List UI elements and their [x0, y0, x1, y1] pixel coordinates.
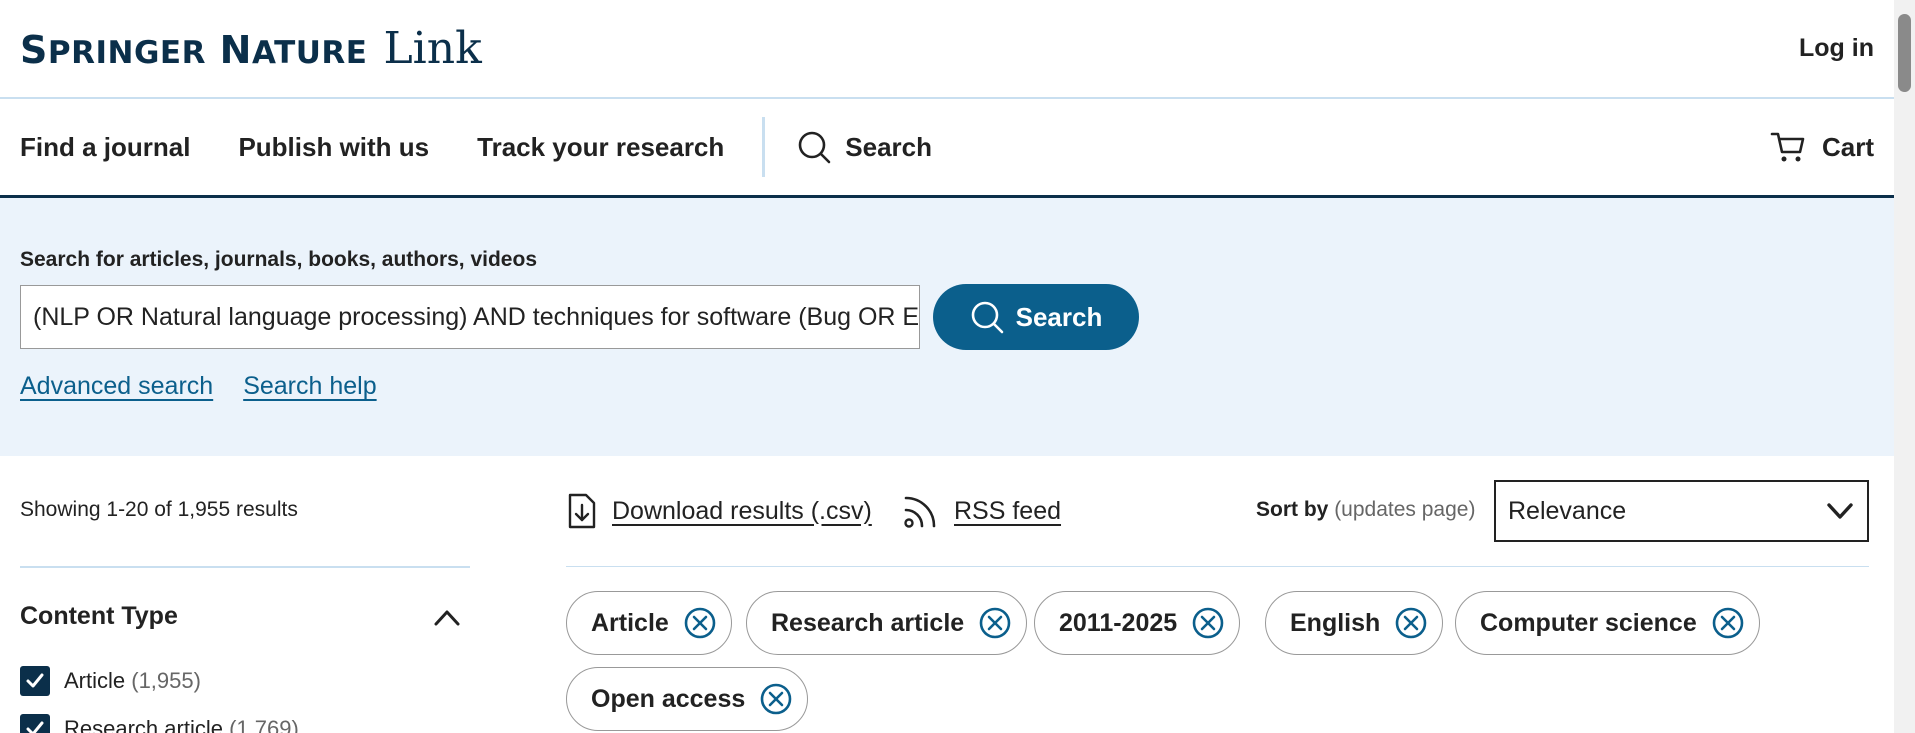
nav-search-label: Search [845, 131, 933, 162]
filter-chip-label: Article [591, 608, 669, 637]
download-icon [568, 493, 596, 529]
close-circle-icon[interactable] [1711, 606, 1745, 640]
filter-chip-date-range[interactable]: 2011-2025 [1034, 591, 1241, 655]
results-section: Showing 1-20 of 1,955 results Content Ty… [0, 456, 1894, 733]
facet-item-label: Research article [64, 716, 223, 733]
cart-button[interactable]: Cart [1770, 130, 1874, 164]
search-help-link[interactable]: Search help [243, 372, 376, 401]
filter-chip-research-article[interactable]: Research article [746, 591, 1028, 655]
facet-content-type-title: Content Type [20, 602, 178, 630]
facet-item-count: (1,769) [229, 716, 299, 733]
check-icon [26, 673, 44, 688]
brand-product: Link [383, 23, 482, 74]
facet-item-article[interactable]: Article (1,955) [20, 666, 201, 696]
filter-chip-label: Open access [591, 684, 746, 713]
advanced-search-link[interactable]: Advanced search [20, 372, 213, 401]
rss-icon [904, 496, 936, 528]
filter-chip-label: 2011-2025 [1059, 608, 1178, 637]
rss-feed-label: RSS feed [954, 496, 1062, 525]
check-icon [26, 721, 44, 733]
nav-find-journal[interactable]: Find a journal [20, 132, 190, 163]
brand-name: SPRINGER NATURE [20, 28, 368, 72]
scrollbar-thumb[interactable] [1898, 14, 1911, 92]
sort-select[interactable]: Relevance [1494, 480, 1869, 542]
filter-chip-label: English [1290, 608, 1381, 637]
search-input[interactable]: (NLP OR Natural language processing) AND… [20, 285, 920, 349]
nav-publish[interactable]: Publish with us [238, 132, 429, 163]
checkbox-checked[interactable] [20, 666, 50, 696]
close-circle-icon[interactable] [1394, 606, 1428, 640]
search-submit-button[interactable]: Search [933, 284, 1139, 350]
close-circle-icon[interactable] [759, 682, 793, 716]
close-circle-icon[interactable] [683, 606, 717, 640]
page: SPRINGER NATURE Link Log in Find a journ… [0, 0, 1894, 733]
search-button-label: Search [1015, 301, 1103, 332]
nav-track-research[interactable]: Track your research [477, 132, 724, 163]
rss-feed-link[interactable]: RSS feed [902, 492, 1061, 530]
download-csv-link[interactable]: Download results (.csv) [566, 492, 872, 530]
springer-nature-link-logo[interactable]: SPRINGER NATURE Link [20, 23, 482, 74]
close-circle-icon[interactable] [978, 606, 1012, 640]
sort-value: Relevance [1508, 496, 1627, 525]
sort-by-label: Sort by (updates page) [1256, 498, 1476, 521]
filter-chip-article[interactable]: Article [566, 591, 732, 655]
chevron-up-icon[interactable] [432, 606, 462, 628]
sort-hint: (updates page) [1334, 498, 1476, 521]
search-panel: Search for articles, journals, books, au… [0, 198, 1894, 456]
cart-label: Cart [1821, 131, 1874, 162]
results-count: Showing 1-20 of 1,955 results [20, 498, 298, 521]
download-csv-label: Download results (.csv) [612, 496, 872, 525]
chevron-down-icon [1827, 503, 1853, 519]
top-header: SPRINGER NATURE Link Log in [0, 0, 1894, 99]
filter-chip-open-access[interactable]: Open access [566, 667, 809, 731]
facet-item-count: (1,955) [131, 668, 201, 693]
nav-divider [762, 117, 766, 177]
page-scrollbar[interactable] [1894, 0, 1915, 733]
filter-chip-computer-science[interactable]: Computer science [1455, 591, 1760, 655]
facet-item-research-article[interactable]: Research article (1,769) [20, 714, 299, 733]
filter-chip-label: Computer science [1480, 608, 1697, 637]
search-icon [798, 131, 831, 164]
results-divider [566, 566, 1869, 567]
nav-search-button[interactable]: Search [797, 130, 932, 164]
main-nav: Find a journal Publish with us Track you… [0, 99, 1894, 198]
search-icon [971, 301, 1003, 334]
cart-icon [1770, 132, 1805, 162]
filter-chip-label: Research article [771, 608, 965, 637]
login-link[interactable]: Log in [1799, 34, 1874, 63]
close-circle-icon[interactable] [1191, 606, 1225, 640]
sidebar-divider [20, 566, 470, 568]
search-label: Search for articles, journals, books, au… [20, 248, 537, 271]
checkbox-checked[interactable] [20, 714, 50, 733]
facet-item-label: Article [64, 668, 126, 693]
filter-chip-english[interactable]: English [1265, 591, 1444, 655]
